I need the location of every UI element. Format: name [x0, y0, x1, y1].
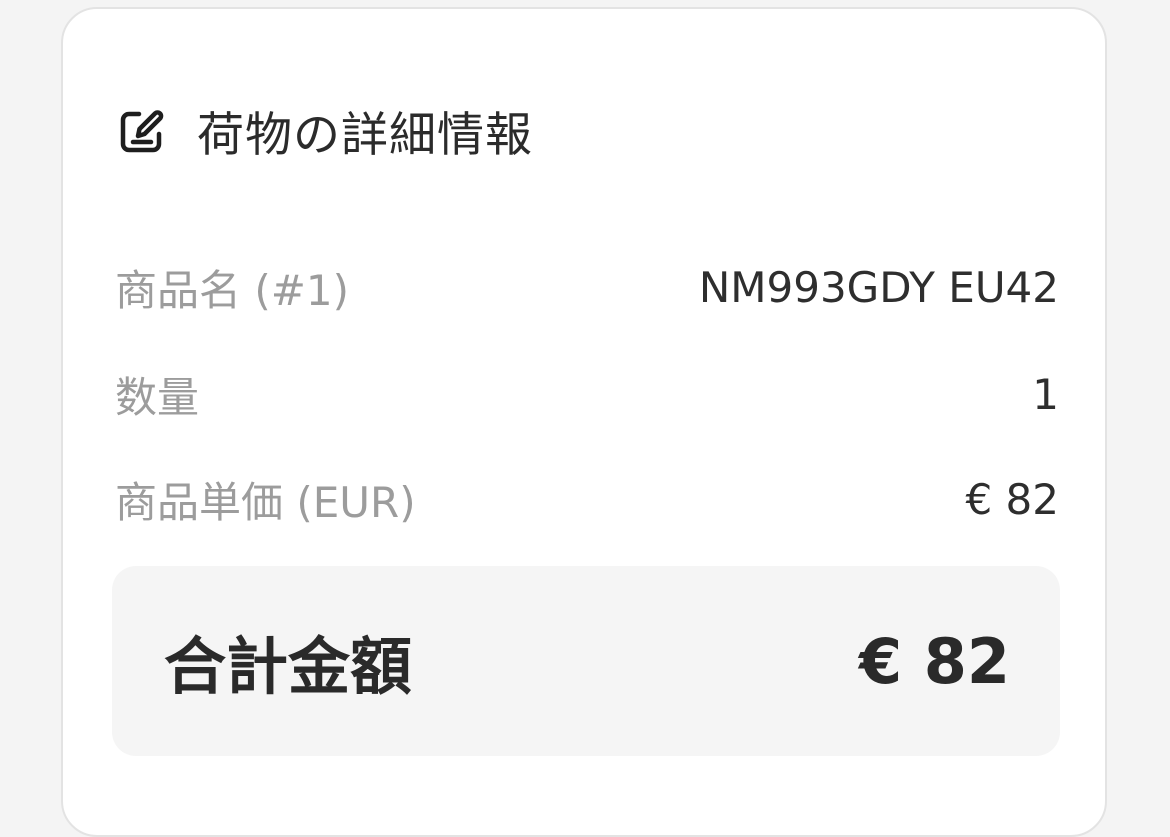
total-amount-value: € 82 [858, 624, 1010, 698]
quantity-label: 数量 [115, 373, 200, 422]
unit-price-value: € 82 [965, 475, 1059, 524]
edit-icon[interactable] [117, 106, 167, 156]
total-amount-box: 合計金額 € 82 [112, 566, 1060, 756]
section-title: 荷物の詳細情報 [197, 108, 533, 163]
product-name-label: 商品名 (#1) [115, 266, 350, 315]
total-amount-label: 合計金額 [164, 630, 413, 703]
detail-row-quantity: 数量 1 [115, 364, 1059, 425]
detail-row-unit-price: 商品単価 (EUR) € 82 [115, 469, 1059, 530]
detail-row-product-name: 商品名 (#1) NM993GDY EU42 [115, 257, 1059, 318]
quantity-value: 1 [1032, 370, 1059, 419]
section-header: 荷物の詳細情報 [117, 96, 533, 165]
package-details-card: 荷物の詳細情報 商品名 (#1) NM993GDY EU42 数量 1 商品単価… [61, 7, 1107, 837]
unit-price-label: 商品単価 (EUR) [115, 478, 416, 527]
product-name-value: NM993GDY EU42 [698, 263, 1059, 312]
